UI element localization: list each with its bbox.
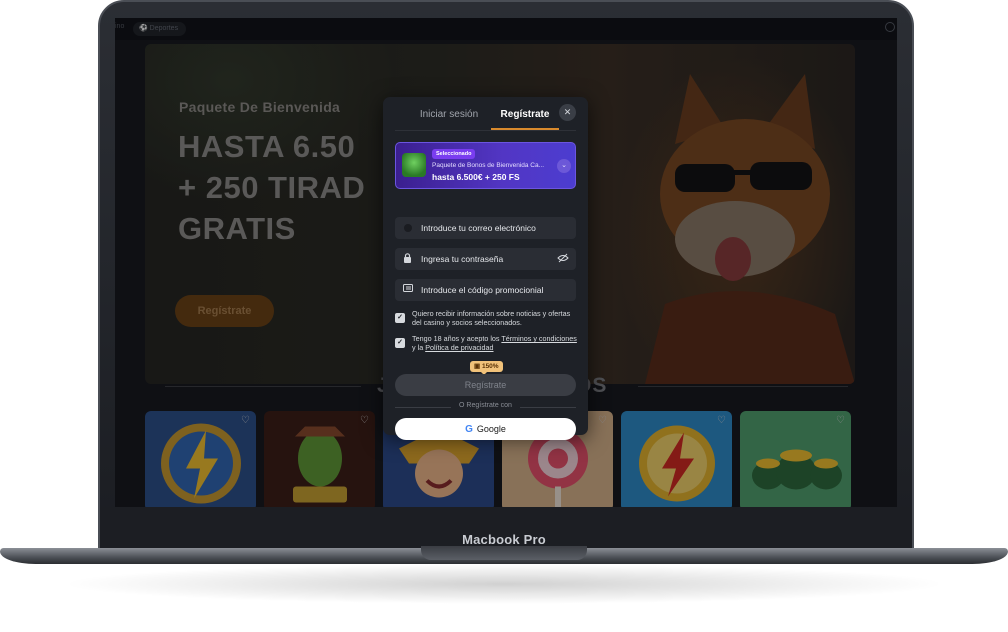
- marketing-consent-text: Quiero recibir información sobre noticia…: [412, 309, 571, 327]
- password-field[interactable]: Ingresa tu contraseña: [395, 248, 576, 270]
- terms-consent-text: Tengo 18 años y acepto los Términos y co…: [412, 334, 578, 352]
- bonus-name: Paquete de Bonos de Bienvenida Ca...: [432, 162, 545, 169]
- promo-placeholder: Introduce el código promocionial: [421, 285, 544, 295]
- close-icon[interactable]: ✕: [559, 104, 576, 121]
- email-placeholder: Introduce tu correo electrónico: [421, 223, 536, 233]
- chevron-down-icon[interactable]: ⌄: [557, 159, 571, 173]
- tabs-divider: [395, 130, 576, 131]
- laptop-screen: ino ⚽ Deportes Paquete De Bienvenida HAS…: [115, 18, 897, 507]
- ticket-icon: [403, 284, 413, 296]
- lock-icon: [403, 253, 412, 267]
- eye-off-icon[interactable]: [557, 253, 569, 265]
- email-icon: [404, 224, 412, 232]
- terms-prefix: Tengo 18 años y acepto los: [412, 334, 502, 343]
- bonus-value: hasta 6.500€ + 250 FS: [432, 172, 520, 182]
- gift-icon: ▣: [474, 363, 482, 370]
- register-submit-button[interactable]: Regístrate: [395, 374, 576, 396]
- terms-checkbox[interactable]: ✓: [395, 338, 405, 348]
- bonus-percent-tag: ▣ 150%: [470, 361, 503, 375]
- privacy-policy-link[interactable]: Política de privacidad: [425, 343, 493, 352]
- laptop-model-label: Macbook Pro: [462, 532, 546, 547]
- laptop-shadow: [60, 564, 948, 604]
- google-icon: G: [465, 424, 473, 435]
- password-placeholder: Ingresa tu contraseña: [421, 254, 504, 264]
- terms-link[interactable]: Términos y condiciones: [501, 334, 577, 343]
- register-modal: Iniciar sesión Regístrate ✕ Seleccionado…: [383, 97, 588, 440]
- bonus-thumbnail-image: [402, 153, 426, 177]
- or-register-with-text: O Regístrate con: [459, 402, 512, 409]
- selected-badge: Seleccionado: [432, 149, 476, 159]
- terms-middle: y la: [412, 343, 426, 352]
- marketing-checkbox[interactable]: ✓: [395, 313, 405, 323]
- bonus-percent-text: 150%: [481, 363, 499, 370]
- google-signin-button[interactable]: G Google: [395, 418, 576, 440]
- active-tab-indicator: [491, 128, 559, 130]
- tab-login[interactable]: Iniciar sesión: [409, 109, 489, 120]
- google-label: Google: [476, 424, 506, 434]
- tab-register[interactable]: Regístrate: [491, 109, 559, 120]
- laptop-notch: [421, 546, 587, 560]
- email-field[interactable]: Introduce tu correo electrónico: [395, 217, 576, 239]
- promo-code-field[interactable]: Introduce el código promocionial: [395, 279, 576, 301]
- bonus-selector[interactable]: Seleccionado Paquete de Bonos de Bienven…: [395, 142, 576, 189]
